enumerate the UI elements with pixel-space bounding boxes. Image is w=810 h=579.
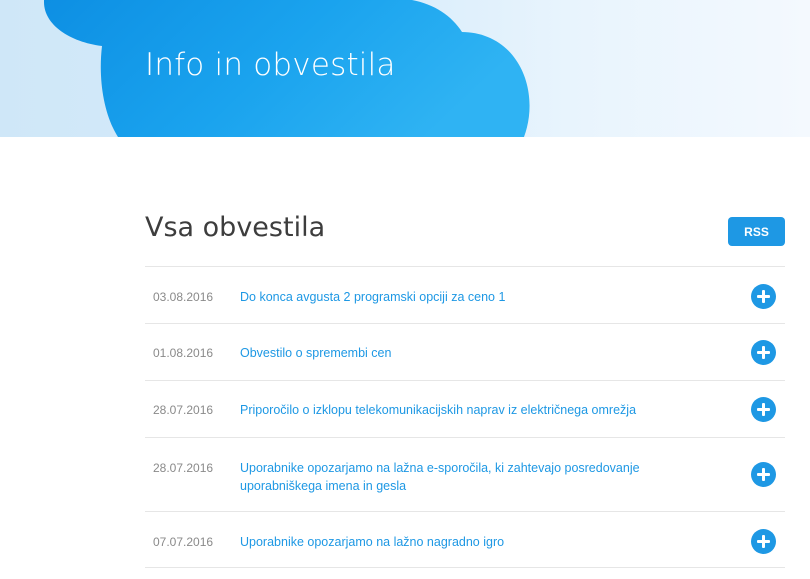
news-list: 03.08.2016 Do konca avgusta 2 programski… — [145, 266, 785, 568]
news-link[interactable]: Do konca avgusta 2 programski opciji za … — [240, 288, 710, 306]
news-date: 28.07.2016 — [153, 461, 214, 475]
hero-banner: Info in obvestila — [0, 0, 810, 137]
news-date: 28.07.2016 — [153, 403, 214, 417]
rss-button[interactable]: RSS — [728, 217, 785, 246]
news-link[interactable]: Obvestilo o spremembi cen — [240, 344, 710, 362]
plus-circle-icon[interactable] — [751, 529, 776, 554]
plus-circle-icon[interactable] — [751, 340, 776, 365]
news-link[interactable]: Priporočilo o izklopu telekomunikacijski… — [240, 401, 710, 419]
news-item: 28.07.2016 Priporočilo o izklopu telekom… — [145, 380, 785, 437]
news-item: 03.08.2016 Do konca avgusta 2 programski… — [145, 266, 785, 323]
plus-circle-icon[interactable] — [751, 397, 776, 422]
news-item: 07.07.2016 Uporabnike opozarjamo na lažn… — [145, 511, 785, 568]
cloud-shape — [44, 0, 530, 137]
news-date: 01.08.2016 — [153, 346, 214, 360]
news-link[interactable]: Uporabnike opozarjamo na lažno nagradno … — [240, 533, 710, 551]
plus-circle-icon[interactable] — [751, 284, 776, 309]
news-item: 28.07.2016 Uporabnike opozarjamo na lažn… — [145, 437, 785, 511]
news-link[interactable]: Uporabnike opozarjamo na lažna e-sporoči… — [240, 459, 710, 495]
news-date: 07.07.2016 — [153, 535, 214, 549]
news-item: 01.08.2016 Obvestilo o spremembi cen — [145, 323, 785, 380]
plus-circle-icon[interactable] — [751, 462, 776, 487]
news-date: 03.08.2016 — [153, 290, 214, 304]
section-title: Vsa obvestila — [145, 212, 326, 243]
page-title: Info in obvestila — [145, 47, 396, 83]
